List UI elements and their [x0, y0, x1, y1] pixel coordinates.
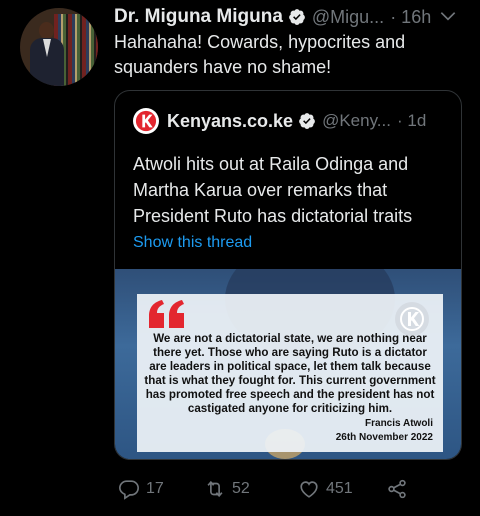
quote-card-text: We are not a dictatorial state, we are n…: [144, 332, 436, 415]
heart-icon: [300, 481, 318, 498]
quoted-tweet-text: Atwoli hits out at Raila Odinga and Mart…: [133, 154, 413, 226]
quote-card: We are not a dictatorial state, we are n…: [137, 294, 443, 452]
tweet-time[interactable]: · 16h: [390, 7, 431, 28]
like-count: 451: [326, 480, 353, 497]
share-button[interactable]: [386, 478, 414, 500]
verified-badge-icon: [298, 112, 316, 130]
tweet-actions: 17 52 451: [114, 478, 454, 504]
show-thread-link[interactable]: Show this thread: [133, 234, 252, 252]
quote-card-date: 26th November 2022: [335, 432, 433, 443]
chevron-down-icon[interactable]: [438, 6, 458, 26]
retweet-icon: [207, 480, 223, 498]
quoted-author-name[interactable]: Kenyans.co.ke: [167, 111, 293, 132]
author-handle[interactable]: @Migu...: [312, 7, 384, 28]
reply-button[interactable]: 17: [118, 478, 164, 500]
kenyans-watermark-icon: [395, 302, 429, 336]
share-icon: [388, 479, 406, 499]
quote-card-author: Francis Atwoli: [365, 418, 433, 429]
author-avatar[interactable]: [20, 8, 98, 86]
quoted-tweet-card[interactable]: Kenyans.co.ke @Keny... · 1d Atwoli hits …: [114, 90, 462, 460]
quotation-mark-icon: [149, 300, 184, 328]
like-button[interactable]: 451: [298, 478, 353, 500]
tweet-text: Hahahaha! Cowards, hypocrites and squand…: [114, 32, 406, 77]
reply-count: 17: [146, 480, 164, 497]
author-name[interactable]: Dr. Miguna Miguna: [114, 6, 283, 28]
verified-badge-icon: [288, 8, 306, 26]
quoted-author-handle[interactable]: @Keny...: [322, 111, 391, 131]
quoted-tweet-header: Kenyans.co.ke @Keny... · 1d: [133, 108, 426, 134]
quoted-tweet-time[interactable]: · 1d: [397, 111, 426, 131]
avatar-person: [30, 22, 64, 86]
retweet-button[interactable]: 52: [204, 478, 250, 500]
reply-icon: [119, 480, 139, 500]
quoted-tweet-image[interactable]: We are not a dictatorial state, we are n…: [115, 269, 461, 459]
tweet-header: Dr. Miguna Miguna @Migu... · 16h: [114, 4, 431, 30]
kenyans-logo-icon[interactable]: [133, 108, 159, 134]
retweet-count: 52: [232, 480, 250, 497]
